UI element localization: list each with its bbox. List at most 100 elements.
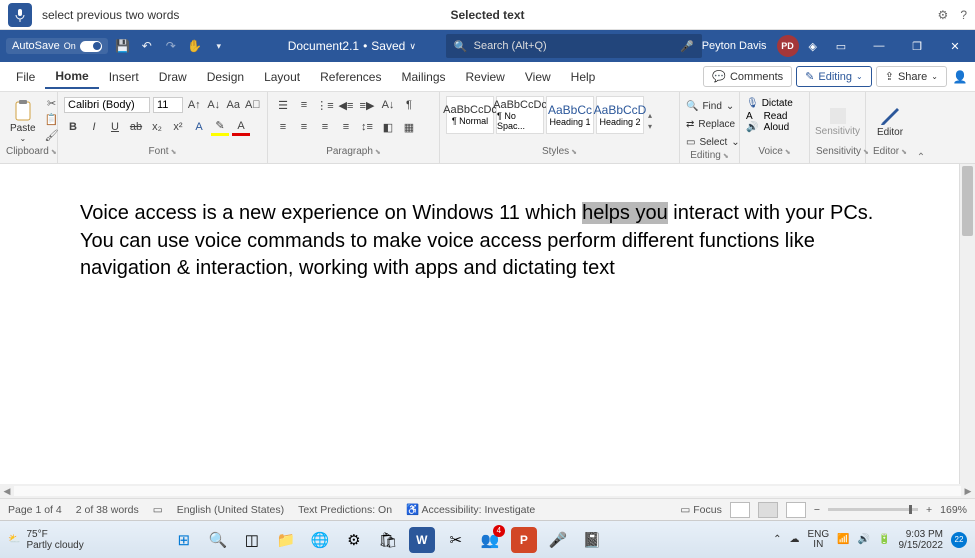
zoom-out-icon[interactable]: − [814,504,820,516]
replace-button[interactable]: ⇄ Replace [686,116,733,132]
accessibility[interactable]: ♿ Accessibility: Investigate [406,503,535,516]
page-indicator[interactable]: Page 1 of 4 [8,504,62,516]
diamond-icon[interactable]: ◈ [809,40,817,53]
clear-format-icon[interactable]: A⃠ [245,96,262,114]
language[interactable]: English (United States) [177,504,284,516]
tab-insert[interactable]: Insert [99,66,149,88]
restore-button[interactable]: ❐ [903,32,931,60]
minimize-button[interactable]: — [865,32,893,60]
avatar[interactable]: PD [777,35,799,57]
find-button[interactable]: 🔍 Find ⌄ [686,98,733,114]
change-case-icon[interactable]: Aa [225,96,242,114]
search-box[interactable]: 🔍 Search (Alt+Q) 🎤 [446,34,702,58]
text-predictions[interactable]: Text Predictions: On [298,504,392,516]
voice-help-icon[interactable]: ? [960,8,967,22]
tab-layout[interactable]: Layout [254,66,310,88]
numbering-icon[interactable]: ≡ [295,96,313,114]
clock[interactable]: 9:03 PM9/15/2022 [899,529,944,551]
account-icon[interactable]: 👤 [951,70,969,84]
focus-mode[interactable]: ▭ Focus [680,504,721,516]
editor-button[interactable]: Editor [872,96,908,146]
tab-review[interactable]: Review [456,66,515,88]
tab-design[interactable]: Design [197,66,254,88]
style-heading2[interactable]: AaBbCcDHeading 2 [596,96,644,134]
zoom-level[interactable]: 169% [940,504,967,516]
search-taskbar-icon[interactable]: 🔍 [205,527,231,553]
sensitivity-button[interactable]: Sensitivity [816,96,859,146]
tab-draw[interactable]: Draw [149,66,197,88]
grow-font-icon[interactable]: A↑ [186,96,203,114]
style-nospacing[interactable]: AaBbCcDc¶ No Spac... [496,96,544,134]
text-effects-icon[interactable]: A [190,118,208,136]
shrink-font-icon[interactable]: A↓ [206,96,223,114]
font-color-icon[interactable]: A [232,118,250,136]
battery-icon[interactable]: 🔋 [878,534,890,545]
word-icon[interactable]: W [409,527,435,553]
underline-button[interactable]: U [106,118,124,136]
teams-icon[interactable]: 👥4 [477,527,503,553]
web-view-icon[interactable] [786,502,806,518]
qat-dropdown-icon[interactable]: ▾ [210,37,228,55]
read-view-icon[interactable] [730,502,750,518]
decrease-indent-icon[interactable]: ◀≡ [337,96,355,114]
italic-button[interactable]: I [85,118,103,136]
close-button[interactable]: ✕ [941,32,969,60]
save-icon[interactable]: 💾 [114,37,132,55]
doc-title[interactable]: Document2.1 • Saved ∨ [288,39,416,53]
strike-button[interactable]: ab [127,118,145,136]
voice-mic-button[interactable] [8,3,32,27]
shading-icon[interactable]: ◧ [379,118,397,136]
styles-gallery[interactable]: AaBbCcDc¶ Normal AaBbCcDc¶ No Spac... Aa… [446,96,644,146]
justify-icon[interactable]: ≡ [337,118,355,136]
zoom-in-icon[interactable]: + [926,504,932,516]
tab-references[interactable]: References [310,66,391,88]
superscript-button[interactable]: x² [169,118,187,136]
weather-widget[interactable]: ⛅ 75°FPartly cloudy [8,529,84,551]
print-view-icon[interactable] [758,502,778,518]
comments-button[interactable]: 💬Comments [703,66,792,87]
tab-file[interactable]: File [6,66,45,88]
tray-chevron-icon[interactable]: ⌃ [773,534,781,545]
tab-help[interactable]: Help [561,66,606,88]
document-body[interactable]: Voice access is a new experience on Wind… [0,164,959,484]
tab-mailings[interactable]: Mailings [391,66,455,88]
style-normal[interactable]: AaBbCcDc¶ Normal [446,96,494,134]
redo-icon[interactable]: ↷ [162,37,180,55]
lang-indicator[interactable]: ENGIN [807,530,829,550]
tab-home[interactable]: Home [45,65,98,89]
line-spacing-icon[interactable]: ↕≡ [358,118,376,136]
edge-icon[interactable]: 🌐 [307,527,333,553]
autosave-toggle[interactable]: AutoSave On [6,38,108,54]
ribbon-mode-icon[interactable]: ▭ [827,32,855,60]
borders-icon[interactable]: ▦ [400,118,418,136]
editing-mode-button[interactable]: ✎Editing⌄ [796,66,872,87]
horizontal-scrollbar[interactable]: ◀▶ [0,484,975,498]
font-size-select[interactable] [153,97,183,113]
word-count[interactable]: 2 of 38 words [76,504,139,516]
align-center-icon[interactable]: ≡ [295,118,313,136]
paste-button[interactable]: Paste ⌄ [6,96,40,146]
search-mic-icon[interactable]: 🎤 [680,40,694,53]
bullets-icon[interactable]: ☰ [274,96,292,114]
show-marks-icon[interactable]: ¶ [400,96,418,114]
align-right-icon[interactable]: ≡ [316,118,334,136]
sort-icon[interactable]: A↓ [379,96,397,114]
taskview-icon[interactable]: ◫ [239,527,265,553]
styles-expand-icon[interactable]: ▴▾ [648,96,652,146]
spell-icon[interactable]: ▭ [153,504,163,516]
highlight-icon[interactable]: ✎ [211,118,229,136]
select-button[interactable]: ▭ Select ⌄ [686,134,733,150]
powerpoint-icon[interactable]: P [511,527,537,553]
snip-icon[interactable]: ✂ [443,527,469,553]
multilevel-icon[interactable]: ⋮≡ [316,96,334,114]
style-heading1[interactable]: AaBbCcHeading 1 [546,96,594,134]
touch-mode-icon[interactable]: ✋ [186,37,204,55]
store-icon[interactable]: 🛍 [375,527,401,553]
font-name-select[interactable] [64,97,150,113]
tab-view[interactable]: View [515,66,561,88]
zoom-slider[interactable] [828,508,918,511]
share-button[interactable]: ⇪Share⌄ [876,66,947,87]
dictate-button[interactable]: 🎙Dictate [746,98,803,109]
align-left-icon[interactable]: ≡ [274,118,292,136]
read-aloud-button[interactable]: A🔊Read Aloud [746,111,803,133]
